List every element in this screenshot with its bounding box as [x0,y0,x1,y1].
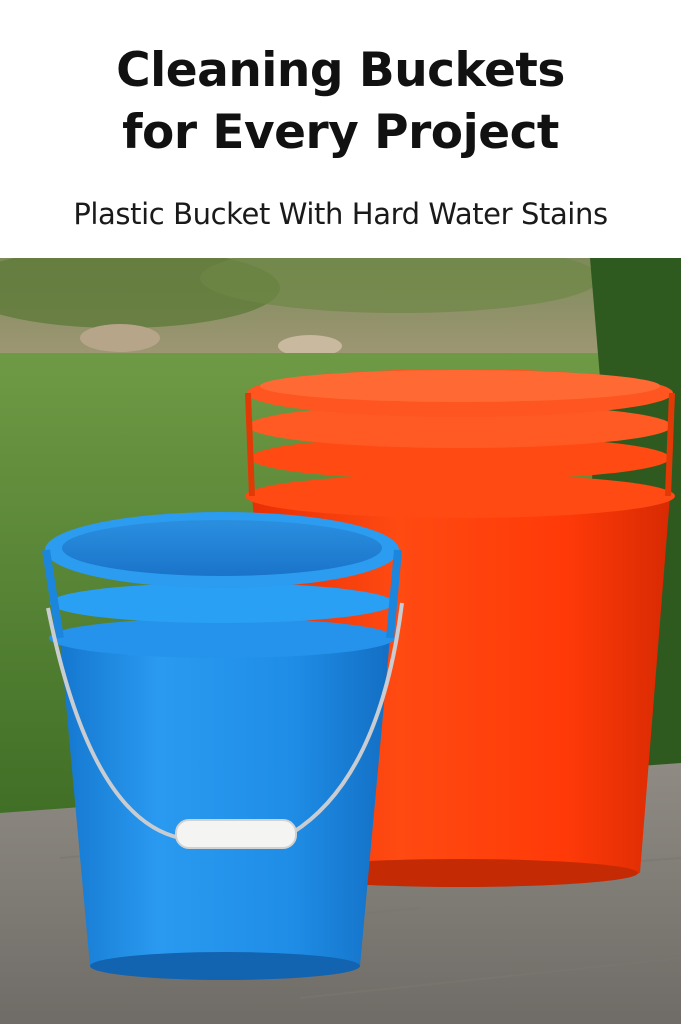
page-subtitle: Plastic Bucket With Hard Water Stains [73,197,608,231]
title-line-2: for Every Project [122,105,559,160]
bucket-photo [0,258,681,1024]
rock [80,324,160,352]
bucket-handle-grip [175,819,297,849]
bucket-scene [0,258,681,1024]
header: Cleaning Buckets for Every Project Plast… [0,0,681,258]
page-title: Cleaning Buckets for Every Project [0,40,681,164]
title-line-1: Cleaning Buckets [116,43,565,98]
